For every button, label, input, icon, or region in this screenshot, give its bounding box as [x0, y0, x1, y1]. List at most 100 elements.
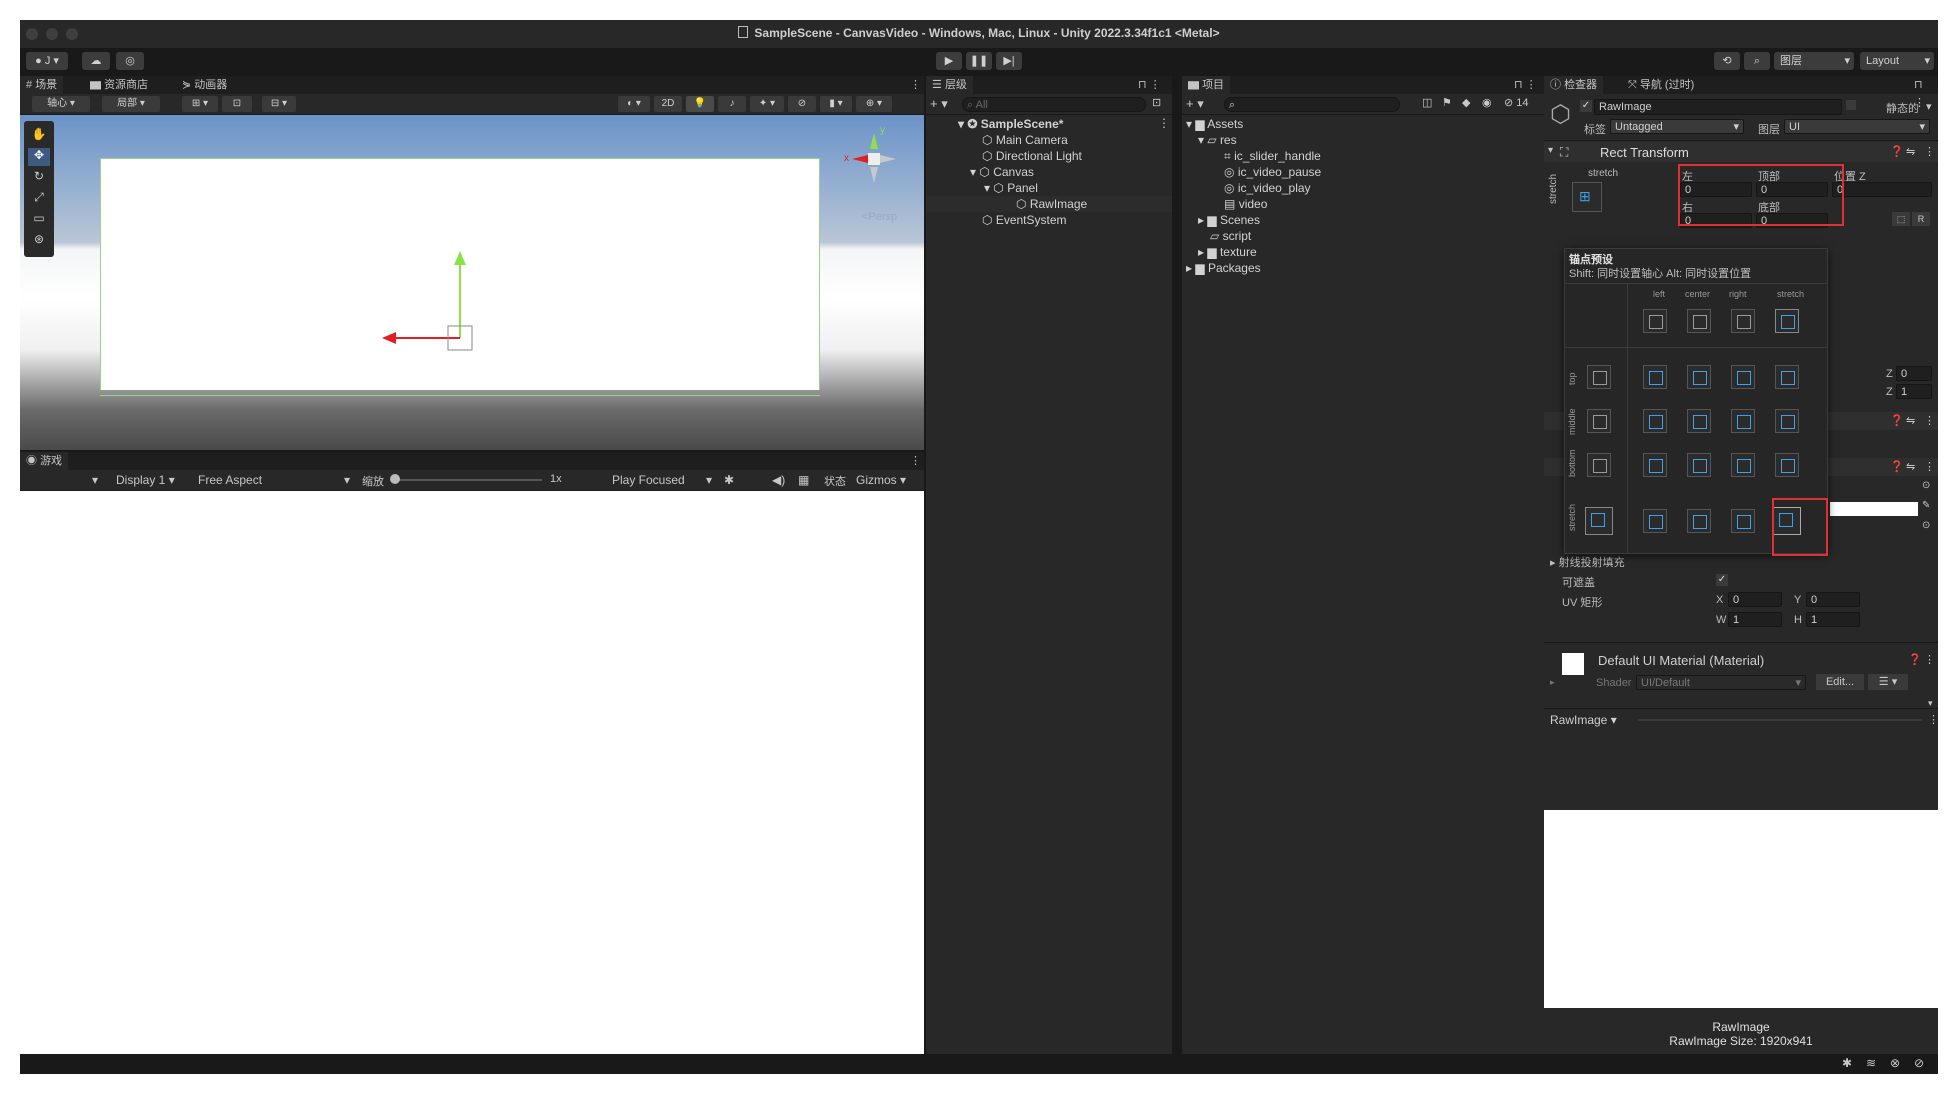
tree-item-rawimage[interactable]: ⬡ RawImage [926, 196, 1172, 212]
layer-dropdown[interactable]: UI ▾ [1784, 119, 1930, 134]
kebab-icon[interactable]: ⋮ [1924, 653, 1935, 666]
history-button[interactable]: ⟲ [1714, 52, 1740, 70]
gizmos-toggle[interactable]: ⊕ ▾ [856, 96, 892, 112]
anchor-bottom-left[interactable] [1643, 453, 1667, 477]
tree-item-panel[interactable]: ▾ ⬡ Panel [984, 180, 1038, 196]
tree-item-video[interactable]: ▤ video [1224, 196, 1267, 212]
anchor-middle-center[interactable] [1687, 409, 1711, 433]
scale-z-field[interactable]: 0 [1896, 366, 1932, 381]
anchor-stretch-right[interactable] [1731, 509, 1755, 533]
anchor-top-right[interactable] [1731, 365, 1755, 389]
local-dropdown[interactable]: 局部 ▾ [102, 96, 160, 112]
tab-navigation[interactable]: ⤧ 导航 (过时) [1622, 76, 1700, 94]
help-icon[interactable]: ❓ [1890, 460, 1904, 473]
uv-x-field[interactable]: 0 [1728, 592, 1782, 607]
effects-toggle[interactable]: ✦ ▾ [750, 96, 784, 112]
aspect-dropdown[interactable]: Free Aspect ▾ [198, 473, 350, 487]
toggle-2d-button[interactable]: 2D [654, 96, 682, 112]
tree-item-res[interactable]: ▾ ▱ res [1198, 132, 1237, 148]
tree-item-canvas[interactable]: ▾ ⬡ Canvas [970, 164, 1034, 180]
tab-asset-store[interactable]: ▆ 资源商店 [84, 76, 154, 94]
tree-item-ic-video-pause[interactable]: ◎ ic_video_pause [1224, 164, 1321, 180]
tab-hierarchy[interactable]: ☰ 层级 [926, 76, 973, 94]
anchor-top-stretch[interactable] [1775, 365, 1799, 389]
rect-transform-header[interactable]: ▾ ⛶ Rect Transform ❓ ⇋ ⋮ [1544, 142, 1938, 162]
gizmos-dropdown[interactable]: Gizmos ▾ [856, 473, 906, 487]
play-button[interactable]: ▶ [936, 52, 962, 70]
anchor-bottom-stretch[interactable] [1775, 453, 1799, 477]
tree-item-assets[interactable]: ▾ ▆ Assets [1186, 116, 1243, 132]
draw-mode-button[interactable]: ◐ ▾ [618, 96, 650, 112]
anchor-stretch-center[interactable] [1687, 509, 1711, 533]
kebab-icon[interactable]: ⋮ [1924, 145, 1935, 158]
presets-icon[interactable]: ⇋ [1906, 460, 1915, 473]
display-dropdown[interactable]: Display 1 ▾ [116, 473, 175, 487]
tab-inspector[interactable]: ⓘ 检查器 [1544, 76, 1604, 94]
lighting-toggle[interactable]: 💡 [686, 96, 714, 112]
tree-item-ic-slider-handle[interactable]: ⌗ ic_slider_handle [1224, 148, 1321, 164]
scene-orientation-gizmo[interactable]: x y [844, 125, 904, 189]
stats-button[interactable]: 状态 [824, 473, 846, 489]
tree-item-main-camera[interactable]: ⬡ Main Camera [982, 132, 1068, 148]
tree-item-directional-light[interactable]: ⬡ Directional Light [982, 148, 1082, 164]
presets-icon[interactable]: ⇋ [1906, 145, 1915, 158]
help-icon[interactable]: ❓ [1890, 145, 1904, 158]
blueprint-mode-button[interactable]: ⬚ [1892, 212, 1910, 226]
favorites-button[interactable]: ◆ [1462, 96, 1470, 109]
uv-y-field[interactable]: 0 [1806, 592, 1860, 607]
presets-icon[interactable]: ⇋ [1906, 414, 1915, 427]
anchor-middle-stretch[interactable] [1775, 409, 1799, 433]
network-icon[interactable]: ⊗ [1890, 1056, 1900, 1070]
help-icon[interactable]: ❓ [1890, 414, 1904, 427]
anchor-middle-right[interactable] [1731, 409, 1755, 433]
pause-button[interactable]: ❚❚ [966, 52, 992, 70]
tab-project[interactable]: ▆ 项目 [1182, 76, 1231, 94]
cloud-button[interactable]: ☁ [82, 52, 110, 70]
kebab-icon[interactable]: ⋮ [1928, 713, 1938, 726]
tree-item-ic-video-play[interactable]: ◎ ic_video_play [1224, 180, 1311, 196]
create-button[interactable]: + ▾ [930, 96, 948, 112]
collab-button[interactable]: ◎ [116, 52, 144, 70]
debug-button[interactable]: ✱ [724, 473, 734, 487]
scene-menu-button[interactable]: ⋮ [1158, 116, 1170, 130]
object-picker-icon[interactable]: ⊙ [1922, 480, 1930, 491]
posz-field[interactable]: 0 [1832, 182, 1932, 197]
foldout-arrow-icon[interactable]: ▸ [1550, 677, 1555, 688]
tree-item-eventsystem[interactable]: ⬡ EventSystem [982, 212, 1067, 228]
anchor-stretch-vertical[interactable] [1585, 507, 1613, 535]
anchor-bottom-right[interactable] [1731, 453, 1755, 477]
layers-dropdown[interactable]: 图层 ▾ [1774, 52, 1854, 70]
help-icon[interactable]: ❓ [1908, 653, 1922, 666]
increment-snap-button[interactable]: ⊡ [222, 96, 252, 112]
static-dropdown[interactable]: ▾ [1926, 100, 1932, 113]
tree-item-packages[interactable]: ▸ ▆ Packages [1186, 260, 1261, 276]
scene-viewport[interactable]: ✋ ✥ ↻ ⤢ ▭ ⊛ x y <Persp [20, 115, 924, 450]
game-menu-button[interactable]: ⋮ [904, 452, 927, 470]
shader-options-dropdown[interactable]: ☰ ▾ [1868, 674, 1908, 690]
audio-toggle[interactable]: ♪ [718, 96, 746, 112]
scale-z2-field[interactable]: 1 [1896, 384, 1932, 399]
anchor-stretch-left[interactable] [1643, 509, 1667, 533]
tab-animator[interactable]: ⋟ 动画器 [176, 76, 233, 94]
account-button[interactable]: ● J ▾ [26, 52, 68, 70]
tree-item-scene[interactable]: ▾ ✪ SampleScene* [958, 116, 1063, 132]
anchor-top-none[interactable] [1587, 365, 1611, 389]
grid-button[interactable]: ▦ [798, 473, 809, 487]
grid-snap-button[interactable]: ⊞ ▾ [182, 96, 218, 112]
project-create-button[interactable]: + ▾ [1186, 96, 1204, 112]
game-viewport[interactable] [20, 491, 924, 1054]
scale-slider[interactable] [392, 479, 542, 481]
hierarchy-lock-button[interactable]: ⊓ ⋮ [1132, 76, 1167, 94]
bug-icon[interactable]: ✱ [1842, 1056, 1852, 1070]
search-button[interactable]: ⌕ [1744, 52, 1770, 70]
object-picker-icon[interactable]: ⊙ [1922, 520, 1930, 531]
anchor-center-only[interactable] [1687, 309, 1711, 333]
pivot-dropdown[interactable]: 轴心 ▾ [32, 96, 90, 112]
anchor-bottom-center[interactable] [1687, 453, 1711, 477]
uv-w-field[interactable]: 1 [1728, 612, 1782, 627]
kebab-icon[interactable]: ⋮ [1924, 460, 1935, 473]
scale-slider-handle[interactable] [390, 474, 400, 484]
anchor-middle-left[interactable] [1643, 409, 1667, 433]
persp-label[interactable]: <Persp [862, 211, 897, 223]
step-button[interactable]: ▶| [996, 52, 1022, 70]
